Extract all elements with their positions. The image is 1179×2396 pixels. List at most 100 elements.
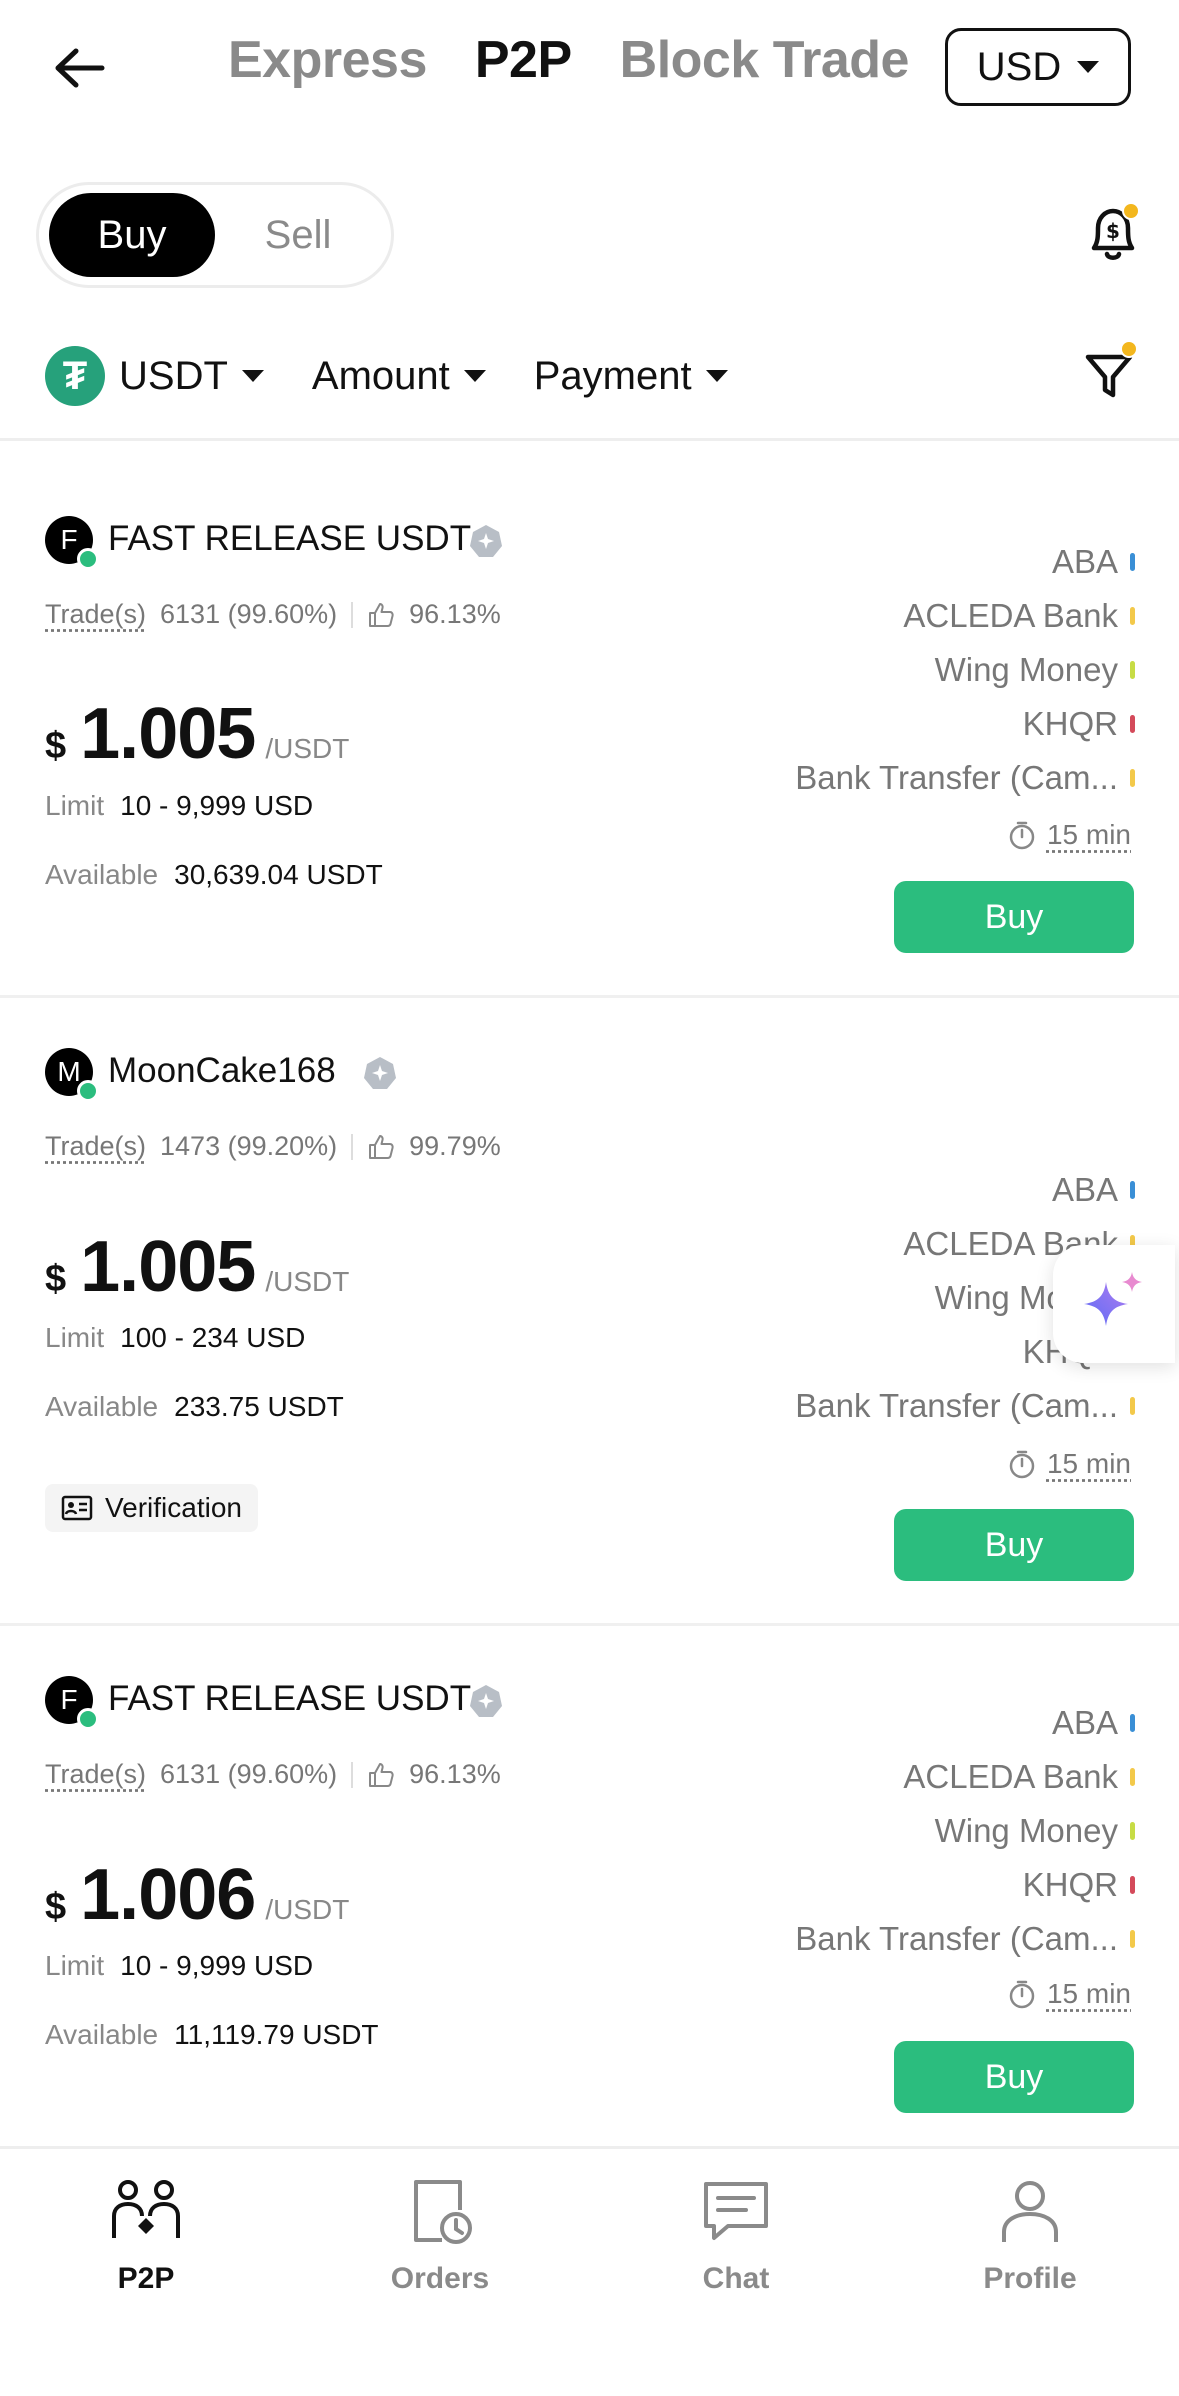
thumbs-up-icon [369,602,394,627]
payment-time-value[interactable]: 15 min [1047,1448,1131,1480]
thumbs-up-icon [369,1762,394,1787]
trades-label[interactable]: Trade(s) [45,599,146,630]
svg-text:$: $ [1106,219,1120,243]
sell-toggle[interactable]: Sell [215,193,381,277]
price-value: 1.005 [80,694,256,774]
payment-time-value[interactable]: 15 min [1047,1978,1131,2010]
nav-item-profile[interactable]: Profile [930,2174,1130,2296]
notification-dot [1122,202,1140,220]
nav-label: Orders [390,2262,490,2295]
payment-method: KHQR [655,697,1135,751]
payment-color-bar [1130,607,1135,625]
payment-time-value[interactable]: 15 min [1047,819,1131,851]
payment-filter[interactable]: Payment [534,354,728,399]
nav-item-orders[interactable]: Orders [340,2174,540,2296]
limit-label: Limit [45,1322,105,1353]
stats-separator [351,1133,354,1160]
ai-assistant-button[interactable] [1053,1245,1175,1363]
payment-method: ACLEDA Bank [655,589,1135,643]
tab-express[interactable]: Express [228,30,427,90]
merchant-name[interactable]: MoonCake168 [108,1051,336,1091]
listing-card: F FAST RELEASE USDT Trade(s) 6131 (99.60… [0,441,1179,995]
buy-sell-toggle: Buy Sell [36,182,394,288]
merchant-name[interactable]: FAST RELEASE USDT [108,519,471,559]
payment-method: ABA [655,1163,1135,1217]
price-row: $ 1.005 /USDT [45,693,349,775]
payment-method-name: ABA [1051,1171,1118,1208]
sparkle-icon [1084,1272,1142,1326]
payment-color-bar [1130,661,1135,679]
trades-count: 6131 (99.60%) [160,1759,338,1789]
payment-method-name: Wing Money [934,1812,1118,1849]
p2p-icon [112,2180,180,2238]
limit-row: Limit 100 - 234 USD [45,1322,305,1354]
trades-label[interactable]: Trade(s) [45,1759,146,1790]
payment-method: Bank Transfer (Cam... [655,1912,1135,1966]
nav-item-p2p[interactable]: P2P [46,2174,246,2296]
nav-label: Chat [702,2262,770,2295]
payment-color-bar [1130,1714,1135,1732]
payment-method: KHQR [655,1858,1135,1912]
coin-filter[interactable]: USDT [119,354,264,399]
merchant-avatar: M [45,1048,99,1102]
orders-icon [414,2180,472,2244]
available-row: Available 233.75 USDT [45,1391,344,1423]
amount-filter[interactable]: Amount [312,354,486,399]
limit-value: 100 - 234 USD [120,1322,306,1353]
notifications-button[interactable]: $ [1080,200,1146,266]
online-indicator [77,1080,99,1102]
buy-button[interactable]: Buy [894,881,1134,953]
available-value: 233.75 USDT [174,1391,344,1422]
payment-method-name: ACLEDA Bank [903,597,1118,634]
thumbs-up-icon [369,1134,394,1159]
price-currency-symbol: $ [45,725,67,767]
online-indicator [77,1708,99,1730]
nav-item-chat[interactable]: Chat [636,2174,836,2296]
merchant-stats: Trade(s) 1473 (99.20%) 99.79% [45,1131,501,1162]
price-unit: /USDT [265,1266,350,1297]
listing-card: M MoonCake168 Trade(s) 1473 (99.20%) 99.… [0,998,1179,1623]
positive-rating: 99.79% [409,1131,501,1161]
merchant-stats: Trade(s) 6131 (99.60%) 96.13% [45,1759,501,1790]
buy-toggle[interactable]: Buy [49,193,215,277]
trades-label[interactable]: Trade(s) [45,1131,146,1162]
stopwatch-icon [1009,1980,1035,2009]
available-value: 11,119.79 USDT [174,2019,379,2050]
payment-method: ABA [655,535,1135,589]
caret-down-icon [705,370,728,382]
price-row: $ 1.005 /USDT [45,1226,349,1308]
buy-button[interactable]: Buy [894,2041,1134,2113]
positive-rating: 96.13% [409,1759,501,1789]
stats-separator [351,601,354,628]
price-value: 1.006 [80,1855,256,1935]
buy-button[interactable]: Buy [894,1509,1134,1581]
trade-mode-tabs: Express P2P Block Trade [228,30,909,90]
price-unit: /USDT [265,733,350,764]
merchant-name[interactable]: FAST RELEASE USDT [108,1679,471,1719]
usdt-logo-icon: ₮ [45,346,105,406]
price-currency-symbol: $ [45,1258,67,1300]
limit-row: Limit 10 - 9,999 USD [45,790,313,822]
merchant-badge-icon [470,1685,502,1717]
payment-method-name: Bank Transfer (Cam... [795,1387,1118,1424]
tab-p2p[interactable]: P2P [475,30,572,90]
payment-method-name: Bank Transfer (Cam... [795,759,1118,796]
price-row: $ 1.006 /USDT [45,1854,349,1936]
payment-method: Wing Money [655,643,1135,697]
payment-filter-label: Payment [533,353,692,398]
merchant-avatar: F [45,516,99,570]
currency-select-value: USD [976,44,1062,89]
payment-method: Wing Money [655,1804,1135,1858]
payment-color-bar [1130,769,1135,787]
filter-button[interactable] [1080,340,1140,405]
avatar-initial: F [60,524,78,555]
limit-value: 10 - 9,999 USD [120,1950,314,1981]
available-value: 30,639.04 USDT [174,859,383,890]
profile-icon [1002,2181,1058,2242]
payment-color-bar [1130,715,1135,733]
currency-select[interactable]: USD [945,28,1131,106]
payment-color-bar [1130,1768,1135,1786]
payment-methods: ABA ACLEDA Bank Wing Money KHQR Bank Tra… [655,535,1135,805]
tab-block-trade[interactable]: Block Trade [620,30,910,90]
back-button[interactable] [50,38,110,98]
